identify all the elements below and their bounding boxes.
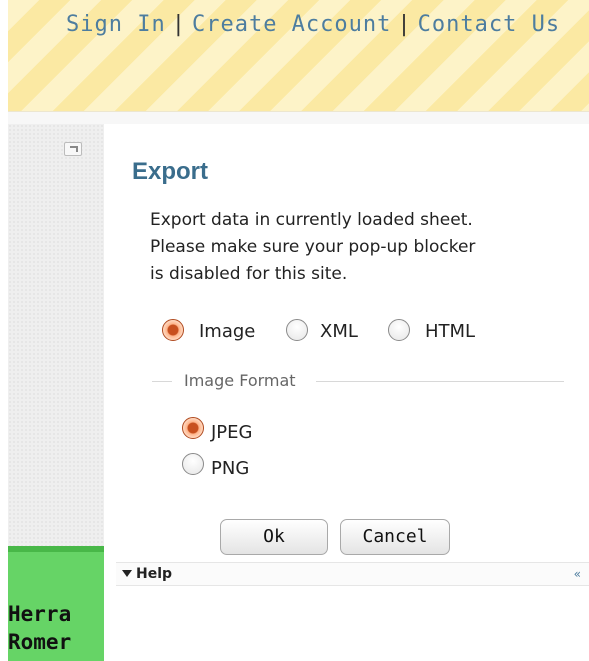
left-sidebar [8, 124, 104, 549]
description-line: Please make sure your pop-up blocker [150, 237, 476, 257]
description-line: is disabled for this site. [150, 264, 348, 284]
description-line: Export data in currently loaded sheet. [150, 210, 473, 230]
green-panel-line: Romer [8, 630, 72, 654]
jpeg-radio[interactable] [182, 417, 204, 439]
contact-us-link[interactable]: Contact Us [418, 12, 560, 37]
sign-in-link[interactable]: Sign In [66, 12, 166, 37]
xml-radio-label[interactable]: XML [320, 321, 358, 342]
link-separator: | [397, 12, 412, 37]
double-left-arrow-icon[interactable]: « [574, 567, 581, 581]
green-panel-text: Herra Romer [8, 600, 104, 656]
maximize-icon[interactable] [64, 142, 82, 156]
link-separator: | [171, 12, 186, 37]
help-label[interactable]: Help [136, 566, 172, 582]
ok-button[interactable]: Ok [220, 519, 328, 555]
triangle-down-icon [122, 570, 132, 577]
html-radio-label[interactable]: HTML [425, 321, 475, 342]
png-radio[interactable] [182, 453, 204, 475]
xml-radio[interactable] [286, 319, 308, 341]
export-dialog: Export Export data in currently loaded s… [104, 124, 589, 564]
fieldset-border [316, 381, 564, 382]
png-radio-label[interactable]: PNG [211, 458, 249, 479]
cancel-button[interactable]: Cancel [340, 519, 450, 555]
header-divider [8, 112, 589, 124]
green-panel-line: Herra [8, 602, 72, 626]
help-bar[interactable]: Help « [116, 562, 589, 586]
create-account-link[interactable]: Create Account [192, 12, 391, 37]
image-radio[interactable] [162, 319, 184, 341]
top-header: Sign In | Create Account | Contact Us [8, 0, 589, 112]
html-radio[interactable] [388, 319, 410, 341]
image-radio-label[interactable]: Image [199, 321, 255, 342]
header-links: Sign In | Create Account | Contact Us [66, 12, 560, 37]
dialog-title: Export [132, 158, 209, 185]
fieldset-border [152, 381, 172, 382]
image-format-legend: Image Format [180, 371, 300, 390]
dialog-description: Export data in currently loaded sheet. P… [150, 207, 570, 288]
jpeg-radio-label[interactable]: JPEG [211, 422, 252, 443]
